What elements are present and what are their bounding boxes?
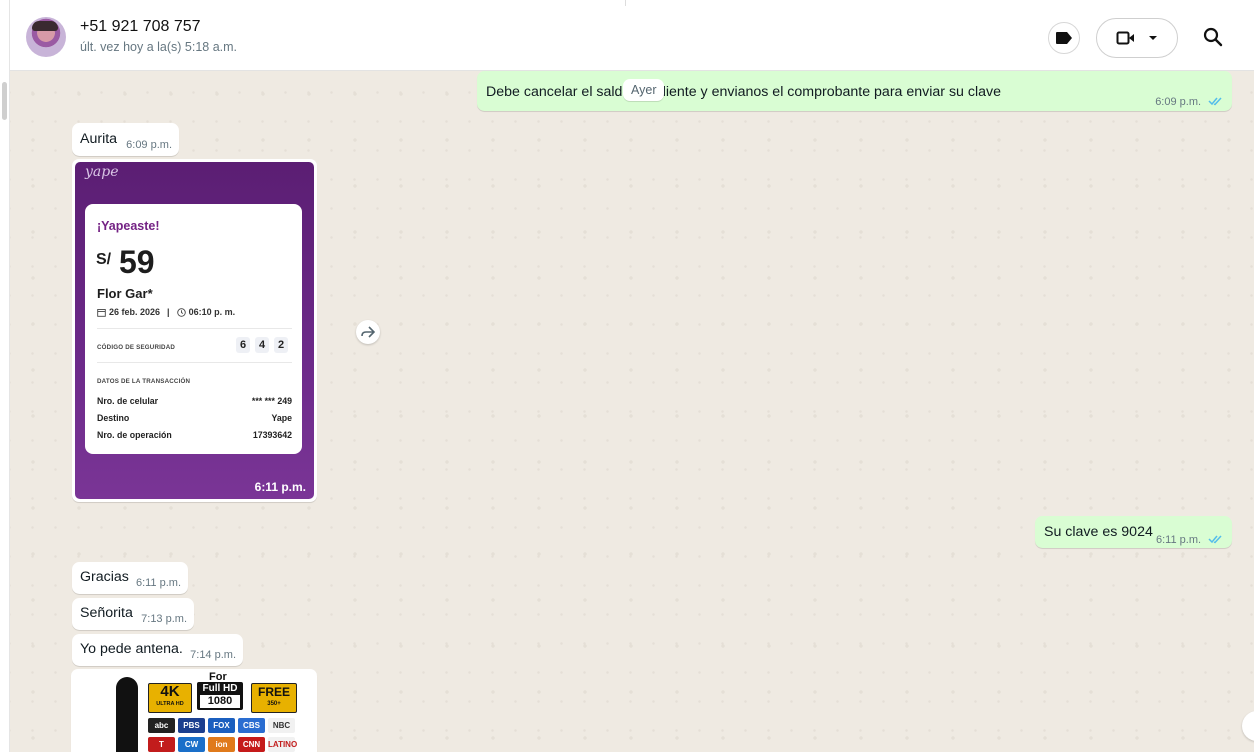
- chevron-down-icon: [1149, 36, 1157, 40]
- message-bubble-incoming[interactable]: Señorita 7:13 p.m.: [72, 598, 194, 630]
- chat-header: +51 921 708 757 últ. vez hoy a la(s) 5:1…: [10, 0, 1254, 71]
- message-time: 6:09 p.m.: [126, 139, 172, 151]
- badge-free-text: FREE: [257, 685, 290, 699]
- video-call-button[interactable]: [1096, 18, 1178, 58]
- receipt-hour: 06:10 p. m.: [188, 307, 236, 317]
- receipt-title: ¡Yapeaste!: [97, 219, 160, 233]
- image-time: 6:11 p.m.: [254, 480, 306, 494]
- channel-logo: CNN: [238, 737, 265, 752]
- channel-logo: ion: [208, 737, 235, 752]
- receipt-card: ¡Yapeaste! S/ 59 Flor Gar* 26 feb. 2026 …: [85, 204, 302, 454]
- message-bubble-incoming[interactable]: Aurita 6:09 p.m.: [72, 123, 179, 156]
- search-button[interactable]: [1200, 24, 1226, 50]
- message-text: Aurita: [80, 131, 118, 147]
- antenna-picture: [116, 677, 138, 752]
- row-value: *** *** 249: [251, 396, 292, 406]
- label-button[interactable]: [1048, 22, 1080, 54]
- receipt-separator: |: [167, 307, 170, 317]
- receipt-recipient: Flor Gar*: [97, 286, 153, 301]
- security-code-label: CÓDIGO DE SEGURIDAD: [97, 344, 176, 351]
- double-check-icon: [1208, 97, 1222, 106]
- message-time: 6:09 p.m.: [1155, 96, 1202, 108]
- message-text: Debe cancelar el saldo pendiente y envia…: [486, 84, 1002, 100]
- security-digit: 2: [274, 337, 288, 353]
- badge-fullhd-text: Full HD: [202, 683, 238, 694]
- row-label: Nro. de celular: [97, 396, 159, 406]
- divider: [97, 328, 292, 329]
- security-digit: 6: [236, 337, 250, 353]
- chat-area[interactable]: Ayer Debe cancelar el saldo pendiente y …: [10, 71, 1254, 752]
- last-seen-status: últ. vez hoy a la(s) 5:18 a.m.: [80, 40, 238, 54]
- security-digit: 4: [255, 337, 269, 353]
- message-bubble-incoming[interactable]: Gracias 6:11 p.m.: [72, 562, 188, 594]
- message-bubble-outgoing[interactable]: Debe cancelar el saldo pendiente y envia…: [477, 71, 1232, 111]
- security-code: 6 4 2: [236, 337, 288, 353]
- transaction-row: Nro. de celular *** *** 249: [97, 396, 292, 406]
- channel-logo: CBS: [238, 718, 265, 733]
- message-bubble-outgoing[interactable]: Su clave es 9024 6:11 p.m.: [1035, 516, 1232, 548]
- badge-4k-sub: ULTRA HD: [156, 701, 184, 707]
- forward-button[interactable]: [356, 320, 380, 344]
- receipt-amount: 59: [119, 244, 155, 280]
- badge-fullhd-num: 1080: [200, 695, 240, 708]
- message-time: 6:11 p.m.: [135, 577, 181, 589]
- transaction-row: Nro. de operación 17393642: [97, 430, 292, 440]
- tv-antenna-image[interactable]: For 4K ULTRA HD Full HD 1080 FREE 350+ a…: [71, 669, 317, 752]
- double-check-icon: [1208, 535, 1222, 544]
- row-label: Destino: [97, 413, 130, 423]
- left-scroll-strip: [0, 0, 10, 752]
- receipt-date: 26 feb. 2026: [109, 307, 161, 317]
- forward-icon: [361, 326, 375, 338]
- transaction-row: Destino Yape: [97, 413, 292, 423]
- avatar[interactable]: [26, 17, 66, 57]
- label-icon: [1056, 32, 1072, 44]
- message-bubble-incoming[interactable]: Yo pede antena. 7:14 p.m.: [72, 634, 243, 666]
- badge-4k-text: 4K: [160, 683, 180, 700]
- scrollbar-thumb[interactable]: [2, 82, 7, 120]
- badge-fullhd: Full HD 1080: [197, 682, 243, 710]
- message-text: Su clave es 9024: [1044, 524, 1153, 540]
- date-chip: Ayer: [623, 79, 665, 101]
- message-text: Gracias: [80, 569, 129, 585]
- message-meta: 6:11 p.m.: [1152, 531, 1224, 547]
- badge-4k: 4K ULTRA HD: [148, 683, 192, 713]
- channel-logo: NBC: [268, 718, 295, 733]
- yape-receipt: yape ¡Yapeaste! S/ 59 Flor Gar* 26 feb. …: [75, 162, 314, 499]
- yape-logo: yape: [85, 164, 119, 180]
- transaction-data-label: DATOS DE LA TRANSACCIÓN: [97, 378, 191, 385]
- video-call-icon: [1116, 31, 1134, 45]
- message-time: 6:11 p.m.: [1156, 534, 1202, 546]
- message-text: Yo pede antena.: [80, 641, 183, 657]
- yape-receipt-image[interactable]: yape ¡Yapeaste! S/ 59 Flor Gar* 26 feb. …: [72, 159, 317, 502]
- badge-free: FREE 350+: [251, 683, 297, 713]
- contact-name[interactable]: +51 921 708 757: [80, 18, 201, 36]
- calendar-icon: [97, 308, 106, 317]
- channel-logo: LATINO: [268, 737, 297, 752]
- message-time: 7:13 p.m.: [141, 613, 187, 625]
- divider: [97, 362, 292, 363]
- message-time: 7:14 p.m.: [190, 649, 236, 661]
- receipt-currency: S/: [96, 251, 112, 268]
- badge-free-sub: 350+: [267, 701, 281, 707]
- search-icon: [1203, 27, 1223, 47]
- row-label: Nro. de operación: [97, 430, 172, 440]
- clock-icon: [176, 307, 186, 317]
- channel-logo: abc: [148, 718, 175, 733]
- header-divider: [625, 0, 626, 6]
- channel-logo: PBS: [178, 718, 205, 733]
- message-text: Señorita: [80, 605, 133, 621]
- row-value: Yape: [271, 413, 292, 423]
- message-meta: 6:09 p.m.: [1151, 93, 1224, 109]
- channel-logo: FOX: [208, 718, 235, 733]
- channel-logo: T: [148, 737, 175, 752]
- row-value: 17393642: [252, 430, 292, 440]
- channel-logo: CW: [178, 737, 205, 752]
- receipt-datetime: 26 feb. 2026 | 06:10 p. m.: [97, 307, 235, 317]
